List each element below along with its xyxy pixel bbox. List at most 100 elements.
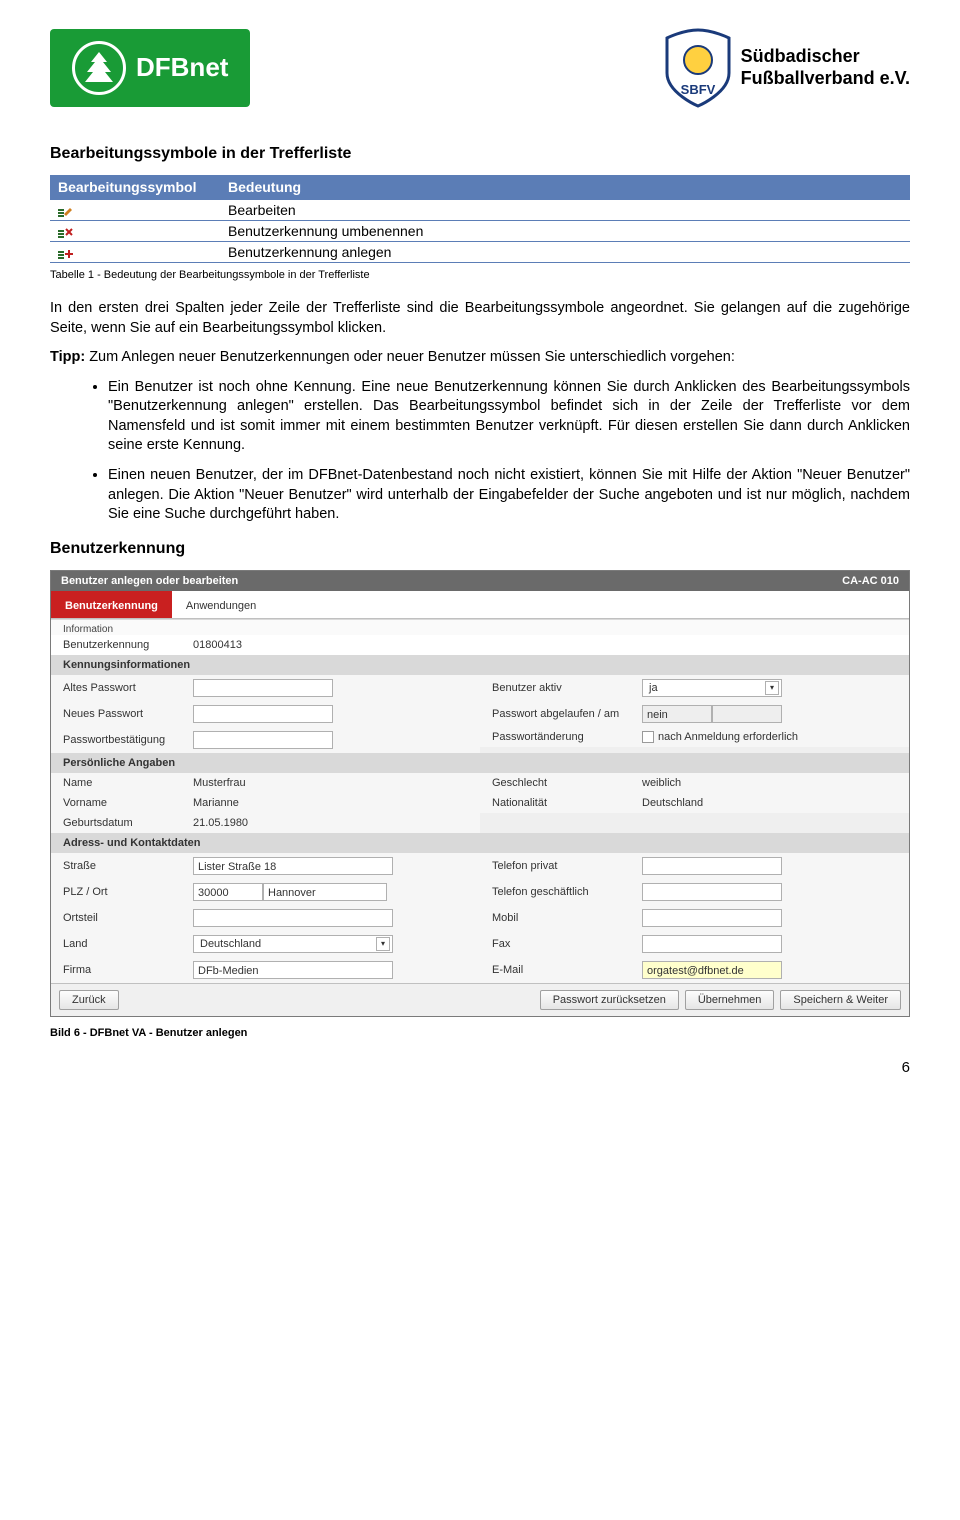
logo-sbfv-line2: Fußballverband e.V.	[741, 68, 910, 88]
logo-dfbnet: DFBnet	[50, 29, 250, 107]
screenshot-panel: Benutzer anlegen oder bearbeiten CA-AC 0…	[50, 570, 910, 1017]
input-pw-abg: nein	[642, 705, 712, 723]
chevron-down-icon: ▾	[376, 937, 390, 951]
tipp-text: Zum Anlegen neuer Benutzerkennungen oder…	[85, 349, 735, 365]
input-fax[interactable]	[642, 935, 782, 953]
label-pw-abg: Passwort abgelaufen / am	[492, 708, 642, 720]
input-tel-privat[interactable]	[642, 857, 782, 875]
dropdown-ben-aktiv[interactable]: ja ▾	[642, 679, 782, 697]
value-nationalitaet: Deutschland	[642, 797, 703, 809]
section-kennungsinfo: Kennungsinformationen	[51, 655, 909, 675]
td-meaning: Benutzerkennung umbenennen	[220, 221, 910, 242]
heading-edit-symbols: Bearbeitungssymbole in der Trefferliste	[50, 145, 910, 163]
input-altes-pw[interactable]	[193, 679, 333, 697]
btn-uebernehmen[interactable]: Übernehmen	[685, 990, 775, 1010]
checkbox-pw-aend[interactable]	[642, 731, 654, 743]
label-benutzerkennung: Benutzerkennung	[63, 639, 193, 651]
td-meaning: Benutzerkennung anlegen	[220, 242, 910, 263]
bullet-list: Ein Benutzer ist noch ohne Kennung. Eine…	[50, 378, 910, 525]
dropdown-land[interactable]: Deutschland ▾	[193, 935, 393, 953]
label-pw-aend: Passwortänderung	[492, 731, 642, 743]
label-email: E-Mail	[492, 964, 642, 976]
label-tel-geschaeftlich: Telefon geschäftlich	[492, 886, 642, 898]
label-geschlecht: Geschlecht	[492, 777, 642, 789]
rename-icon	[58, 226, 74, 238]
list-item: Einen neuen Benutzer, der im DFBnet-Date…	[108, 466, 910, 525]
figure-caption: Bild 6 - DFBnet VA - Benutzer anlegen	[50, 1027, 910, 1039]
svg-text:SBFV: SBFV	[680, 82, 715, 97]
label-nationalitaet: Nationalität	[492, 797, 642, 809]
label-land: Land	[63, 938, 193, 950]
input-email[interactable]: orgatest@dfbnet.de	[642, 961, 782, 979]
table-caption: Tabelle 1 - Bedeutung der Bearbeitungssy…	[50, 269, 910, 281]
input-plz[interactable]: 30000	[193, 883, 263, 901]
input-pw-best[interactable]	[193, 731, 333, 749]
btn-pw-reset[interactable]: Passwort zurücksetzen	[540, 990, 679, 1010]
section-information: Information	[51, 619, 909, 635]
panel-title: Benutzer anlegen oder bearbeiten	[61, 575, 238, 587]
page-number: 6	[50, 1059, 910, 1076]
dropdown-land-val: Deutschland	[200, 938, 261, 950]
label-ortsteil: Ortsteil	[63, 912, 193, 924]
btn-speichern-weiter[interactable]: Speichern & Weiter	[780, 990, 901, 1010]
input-strasse[interactable]: Lister Straße 18	[193, 857, 393, 875]
value-benutzerkennung: 01800413	[193, 639, 363, 651]
edit-icon	[58, 205, 74, 217]
input-ortsteil[interactable]	[193, 909, 393, 927]
label-tel-privat: Telefon privat	[492, 860, 642, 872]
value-name: Musterfrau	[193, 777, 246, 789]
table-row: Benutzerkennung umbenennen	[50, 221, 910, 242]
logo-sbfv-text: Südbadischer Fußballverband e.V.	[741, 46, 910, 89]
label-strasse: Straße	[63, 860, 193, 872]
label-pw-best: Passwortbestätigung	[63, 734, 193, 746]
chevron-down-icon: ▾	[765, 681, 779, 695]
label-firma: Firma	[63, 964, 193, 976]
heading-benutzerkennung: Benutzerkennung	[50, 540, 910, 558]
label-pw-aend-val: nach Anmeldung erforderlich	[658, 731, 798, 743]
value-geburtsdatum: 21.05.1980	[193, 817, 248, 829]
para-tipp: Tipp: Zum Anlegen neuer Benutzerkennunge…	[50, 348, 910, 368]
value-vorname: Marianne	[193, 797, 239, 809]
tipp-label: Tipp:	[50, 349, 85, 365]
label-plz-ort: PLZ / Ort	[63, 886, 193, 898]
input-firma[interactable]: DFb-Medien	[193, 961, 393, 979]
section-persoenlich: Persönliche Angaben	[51, 753, 909, 773]
action-bar: Zurück Passwort zurücksetzen Übernehmen …	[51, 983, 909, 1016]
label-vorname: Vorname	[63, 797, 193, 809]
input-neues-pw[interactable]	[193, 705, 333, 723]
symbols-table: Bearbeitungssymbol Bedeutung Bearbeiten …	[50, 175, 910, 263]
panel-code: CA-AC 010	[842, 575, 899, 587]
page-header: DFBnet SBFV Südbadischer Fußballverband …	[50, 20, 910, 115]
add-icon	[58, 247, 74, 259]
table-row: Benutzerkennung anlegen	[50, 242, 910, 263]
sbfv-crest-icon: SBFV	[663, 28, 733, 108]
logo-sbfv-line1: Südbadischer	[741, 46, 860, 66]
logo-sbfv: SBFV Südbadischer Fußballverband e.V.	[663, 28, 910, 108]
th-symbol: Bearbeitungssymbol	[50, 175, 220, 200]
dropdown-ben-aktiv-val: ja	[649, 682, 658, 694]
table-row: Bearbeiten	[50, 200, 910, 221]
label-ben-aktiv: Benutzer aktiv	[492, 682, 642, 694]
para-intro: In den ersten drei Spalten jeder Zeile d…	[50, 299, 910, 338]
label-name: Name	[63, 777, 193, 789]
section-adresse: Adress- und Kontaktdaten	[51, 833, 909, 853]
value-geschlecht: weiblich	[642, 777, 681, 789]
label-neues-pw: Neues Passwort	[63, 708, 193, 720]
label-fax: Fax	[492, 938, 642, 950]
dfb-eagle-icon	[72, 41, 126, 95]
input-ort[interactable]: Hannover	[263, 883, 387, 901]
btn-zurueck[interactable]: Zurück	[59, 990, 119, 1010]
th-meaning: Bedeutung	[220, 175, 910, 200]
tab-bar: Benutzerkennung Anwendungen	[51, 591, 909, 619]
label-mobil: Mobil	[492, 912, 642, 924]
list-item: Ein Benutzer ist noch ohne Kennung. Eine…	[108, 378, 910, 456]
td-meaning: Bearbeiten	[220, 200, 910, 221]
input-tel-geschaeftlich[interactable]	[642, 883, 782, 901]
tab-benutzerkennung[interactable]: Benutzerkennung	[51, 591, 172, 618]
tab-anwendungen[interactable]: Anwendungen	[172, 591, 270, 618]
panel-header: Benutzer anlegen oder bearbeiten CA-AC 0…	[51, 571, 909, 591]
input-pw-abg-date	[712, 705, 782, 723]
input-mobil[interactable]	[642, 909, 782, 927]
label-geburtsdatum: Geburtsdatum	[63, 817, 193, 829]
label-altes-pw: Altes Passwort	[63, 682, 193, 694]
